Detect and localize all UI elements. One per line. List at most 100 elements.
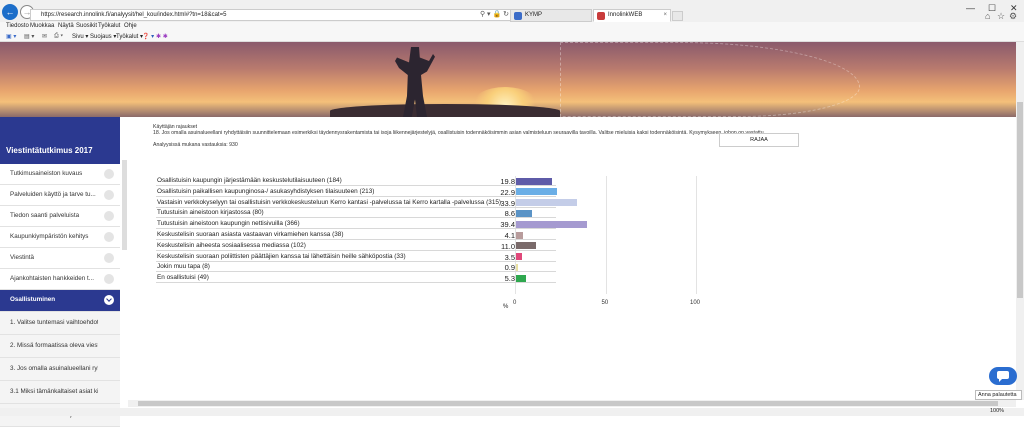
help-menu[interactable]: ❓ ▾ bbox=[142, 33, 154, 40]
sidebar-subitem-label: 2. Missä formaatissa oleva viesti mi... bbox=[10, 342, 98, 349]
tab-innolinkweb[interactable]: InnolinkWEB × bbox=[593, 9, 671, 22]
chart-tick-label: 50 bbox=[601, 300, 609, 306]
sidebar-item-osallistuminen[interactable]: Osallistuminen bbox=[0, 290, 120, 312]
page-vertical-scrollbar[interactable] bbox=[1016, 42, 1024, 400]
chart-gridline bbox=[696, 176, 697, 294]
zoom-level[interactable]: 100% bbox=[990, 408, 1004, 414]
tab-label: InnolinkWEB bbox=[608, 12, 643, 18]
command-bar: ▣ ▾ ▤ ▾ ✉ ⎙ ▾ Sivu ▾ Suojaus ▾ Työkalut … bbox=[0, 31, 1024, 42]
menu-suosikit[interactable]: Suosikit bbox=[76, 23, 97, 29]
sidebar-item-viestinta[interactable]: Viestintä bbox=[0, 248, 120, 269]
minimize-icon[interactable]: — bbox=[966, 3, 975, 13]
question-text: 18. Jos omalla asuinalueellani ryhdyttäi… bbox=[153, 130, 766, 136]
chart-category-label: Keskustelisin suoraan poliittisten päätt… bbox=[157, 252, 406, 260]
url-text: https://research.innolink.fi/analyysit/h… bbox=[41, 12, 227, 18]
page-menu[interactable]: Sivu ▾ bbox=[72, 33, 88, 40]
favorites-star-icon[interactable]: ☆ bbox=[997, 11, 1005, 22]
chart-value-label: 19.8 bbox=[500, 177, 515, 186]
chart-row: Vastaisin verkkokyselyyn tai osallistuis… bbox=[156, 198, 556, 208]
browser-titlebar: ← → https://research.innolink.fi/analyys… bbox=[0, 0, 1024, 22]
tab-label: KYMP bbox=[525, 12, 543, 18]
chart-tick-label: 100 bbox=[690, 300, 701, 306]
circle-icon bbox=[104, 190, 114, 200]
security-menu[interactable]: Suojaus ▾ bbox=[90, 33, 116, 40]
sidebar-item-label: Kaupunkiympäristön kehitys bbox=[10, 233, 89, 240]
chart-bar[interactable] bbox=[516, 220, 588, 228]
new-tab-button[interactable] bbox=[672, 11, 683, 21]
chart-bar[interactable] bbox=[516, 188, 558, 196]
status-bar: 100% bbox=[0, 408, 1024, 416]
sidebar-subitem-3-1[interactable]: 3.1 Miksi tämänkaltaiset asiat kiinn... bbox=[0, 381, 120, 404]
sidebar-item-tiedon-saanti[interactable]: Tiedon saanti palveluista bbox=[0, 206, 120, 227]
chart-value-label: 33.9 bbox=[500, 198, 515, 208]
chart-gridline bbox=[605, 176, 607, 294]
sidebar-subitem-label: 1. Valitse tuntemasi vaihtoehdot. bbox=[10, 319, 98, 326]
chart-bar[interactable] bbox=[516, 242, 536, 250]
sidebar-item-ajankohtaiset-hankkeet[interactable]: Ajankohtaisten hankkeiden t... bbox=[0, 269, 120, 290]
filter-button[interactable]: RAJAA bbox=[719, 133, 799, 147]
menu-ohje[interactable]: Ohje bbox=[124, 23, 137, 29]
settings-gear-icon[interactable]: ⚙ bbox=[1009, 11, 1017, 22]
sidebar-scrollbar[interactable] bbox=[122, 160, 127, 250]
chart-bar[interactable] bbox=[516, 274, 526, 282]
kymp-favicon-icon bbox=[514, 12, 522, 20]
chart-category-label: Osallistuisin kaupungin järjestämään kes… bbox=[157, 177, 342, 184]
sidebar-subitem-3[interactable]: 3. Jos omalla asuinalueellani ryhdyt... bbox=[0, 358, 120, 381]
horizontal-scrollbar[interactable] bbox=[128, 400, 1016, 407]
chart-row: Keskustelisin suoraan asiasta vastaavan … bbox=[156, 230, 556, 240]
menu-nayta[interactable]: Näytä bbox=[58, 23, 74, 29]
print-icon[interactable]: ⎙ ▾ bbox=[54, 33, 63, 40]
circle-icon bbox=[104, 232, 114, 242]
chart-axis-label: % bbox=[503, 304, 509, 310]
circle-icon bbox=[104, 253, 114, 263]
respondent-count: Analyysissä mukana vastauksia: 930 bbox=[153, 142, 238, 148]
tab-kymp[interactable]: KYMP bbox=[510, 9, 592, 22]
chart-row: Tutustuisin aineistoon kaupungin nettisi… bbox=[156, 219, 556, 230]
sidebar-title: Viestintätutkimus 2017 bbox=[6, 146, 93, 155]
scrollbar-thumb[interactable] bbox=[1017, 102, 1023, 298]
feedback-tooltip[interactable]: Anna palautetta bbox=[975, 390, 1022, 400]
chart-category-label: Keskustelisin aiheesta sosiaalisessa med… bbox=[157, 241, 306, 249]
chat-bubble-icon[interactable] bbox=[989, 367, 1017, 385]
chart-bar[interactable] bbox=[516, 209, 532, 217]
search-icon[interactable]: ⚲ ▾ 🔒 ↻ bbox=[480, 10, 509, 20]
chart-value-label: 5.3 bbox=[504, 274, 515, 284]
chart-row: En osallistuisi (49) 5.3 bbox=[156, 273, 556, 284]
circle-icon bbox=[104, 169, 114, 179]
back-arrow-icon[interactable]: ← bbox=[2, 4, 18, 20]
addon-icon[interactable]: ✱ ✱ bbox=[156, 33, 168, 40]
address-bar[interactable]: https://research.innolink.fi/analyysit/h… bbox=[30, 9, 512, 21]
chevron-down-icon bbox=[104, 295, 114, 305]
favorites-icon[interactable]: ▣ ▾ bbox=[6, 33, 16, 40]
circle-icon bbox=[104, 211, 114, 221]
close-tab-icon[interactable]: × bbox=[663, 10, 667, 21]
scrollbar-thumb[interactable] bbox=[138, 401, 998, 406]
sidebar-subitem-label: 3.1 Miksi tämänkaltaiset asiat kiinn... bbox=[10, 388, 98, 395]
chart-bar[interactable] bbox=[516, 253, 523, 261]
menu-tiedosto[interactable]: Tiedosto bbox=[6, 23, 29, 29]
chart-value-label: 0.9 bbox=[504, 263, 515, 273]
sidebar-item-kaupunkiymparisto[interactable]: Kaupunkiympäristön kehitys bbox=[0, 227, 120, 248]
menu-tyokalut[interactable]: Työkalut bbox=[98, 23, 120, 29]
boat-silhouette bbox=[330, 104, 560, 117]
chart-bar[interactable] bbox=[516, 177, 552, 185]
feeds-icon[interactable]: ▤ ▾ bbox=[24, 33, 34, 40]
chart-bar[interactable] bbox=[516, 231, 524, 239]
chart-value-label: 3.5 bbox=[504, 252, 515, 262]
chart-row: Keskustelisin aiheesta sosiaalisessa med… bbox=[156, 241, 556, 251]
innolink-favicon-icon bbox=[597, 12, 605, 20]
sidebar-item-label: Osallistuminen bbox=[10, 296, 56, 303]
sidebar: Viestintätutkimus 2017 Tutkimusaineiston… bbox=[0, 117, 120, 427]
sidebar-item-palveluiden-kaytto[interactable]: Palveluiden käyttö ja tarve tu... bbox=[0, 185, 120, 206]
sidebar-subitem-1[interactable]: 1. Valitse tuntemasi vaihtoehdot. bbox=[0, 312, 120, 335]
tools-menu[interactable]: Työkalut ▾ bbox=[116, 33, 143, 40]
chart-bar[interactable] bbox=[516, 199, 578, 207]
sidebar-subitem-2[interactable]: 2. Missä formaatissa oleva viesti mi... bbox=[0, 335, 120, 358]
home-icon[interactable]: ⌂ bbox=[985, 11, 990, 21]
chart-bar[interactable] bbox=[516, 263, 518, 271]
mail-icon[interactable]: ✉ bbox=[42, 33, 47, 40]
chart-category-label: Keskustelisin suoraan asiasta vastaavan … bbox=[157, 231, 344, 238]
menu-muokkaa[interactable]: Muokkaa bbox=[30, 23, 54, 29]
sidebar-item-aineiston-kuvaus[interactable]: Tutkimusaineiston kuvaus bbox=[0, 164, 120, 185]
chart-value-label: 11.0 bbox=[500, 241, 515, 251]
